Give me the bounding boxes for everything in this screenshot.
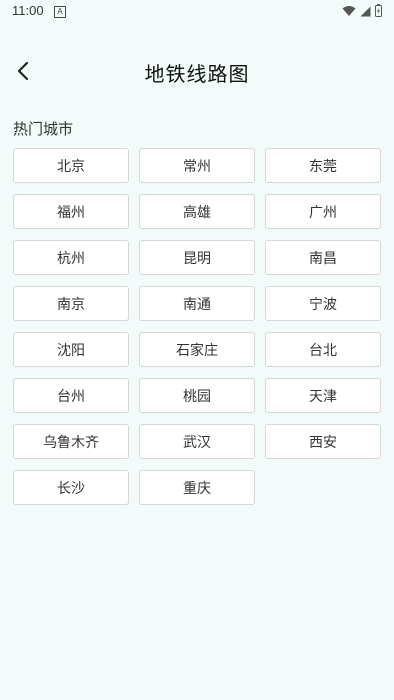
city-button[interactable]: 昆明 <box>139 240 255 275</box>
city-button[interactable]: 杭州 <box>13 240 129 275</box>
city-button[interactable]: 东莞 <box>265 148 381 183</box>
city-button[interactable]: 高雄 <box>139 194 255 229</box>
city-button[interactable]: 桃园 <box>139 378 255 413</box>
city-button[interactable]: 南通 <box>139 286 255 321</box>
city-button[interactable]: 台州 <box>13 378 129 413</box>
status-icons <box>342 2 382 21</box>
city-button[interactable]: 长沙 <box>13 470 129 505</box>
city-button[interactable]: 北京 <box>13 148 129 183</box>
city-button[interactable]: 武汉 <box>139 424 255 459</box>
status-time: 11:00 <box>12 3 44 18</box>
city-button[interactable]: 常州 <box>139 148 255 183</box>
city-button[interactable]: 沈阳 <box>13 332 129 367</box>
city-button[interactable]: 南京 <box>13 286 129 321</box>
section-title-hot-cities: 热门城市 <box>13 120 74 138</box>
wifi-icon <box>342 2 356 21</box>
city-button[interactable]: 乌鲁木齐 <box>13 424 129 459</box>
status-bar: 11:00 A <box>0 0 394 24</box>
city-button[interactable]: 广州 <box>265 194 381 229</box>
city-button[interactable]: 南昌 <box>265 240 381 275</box>
city-button[interactable]: 西安 <box>265 424 381 459</box>
battery-icon <box>375 2 382 21</box>
city-button[interactable]: 宁波 <box>265 286 381 321</box>
city-button[interactable]: 福州 <box>13 194 129 229</box>
city-button[interactable]: 重庆 <box>139 470 255 505</box>
city-button[interactable]: 台北 <box>265 332 381 367</box>
cellular-signal-icon <box>360 2 371 21</box>
notification-app-icon: A <box>54 6 66 18</box>
app-header: 地铁线路图 <box>0 50 394 94</box>
page-title: 地铁线路图 <box>144 62 250 86</box>
city-grid: 北京 常州 东莞 福州 高雄 广州 杭州 昆明 南昌 南京 南通 宁波 沈阳 石… <box>13 148 381 505</box>
city-button[interactable]: 天津 <box>265 378 381 413</box>
city-button[interactable]: 石家庄 <box>139 332 255 367</box>
